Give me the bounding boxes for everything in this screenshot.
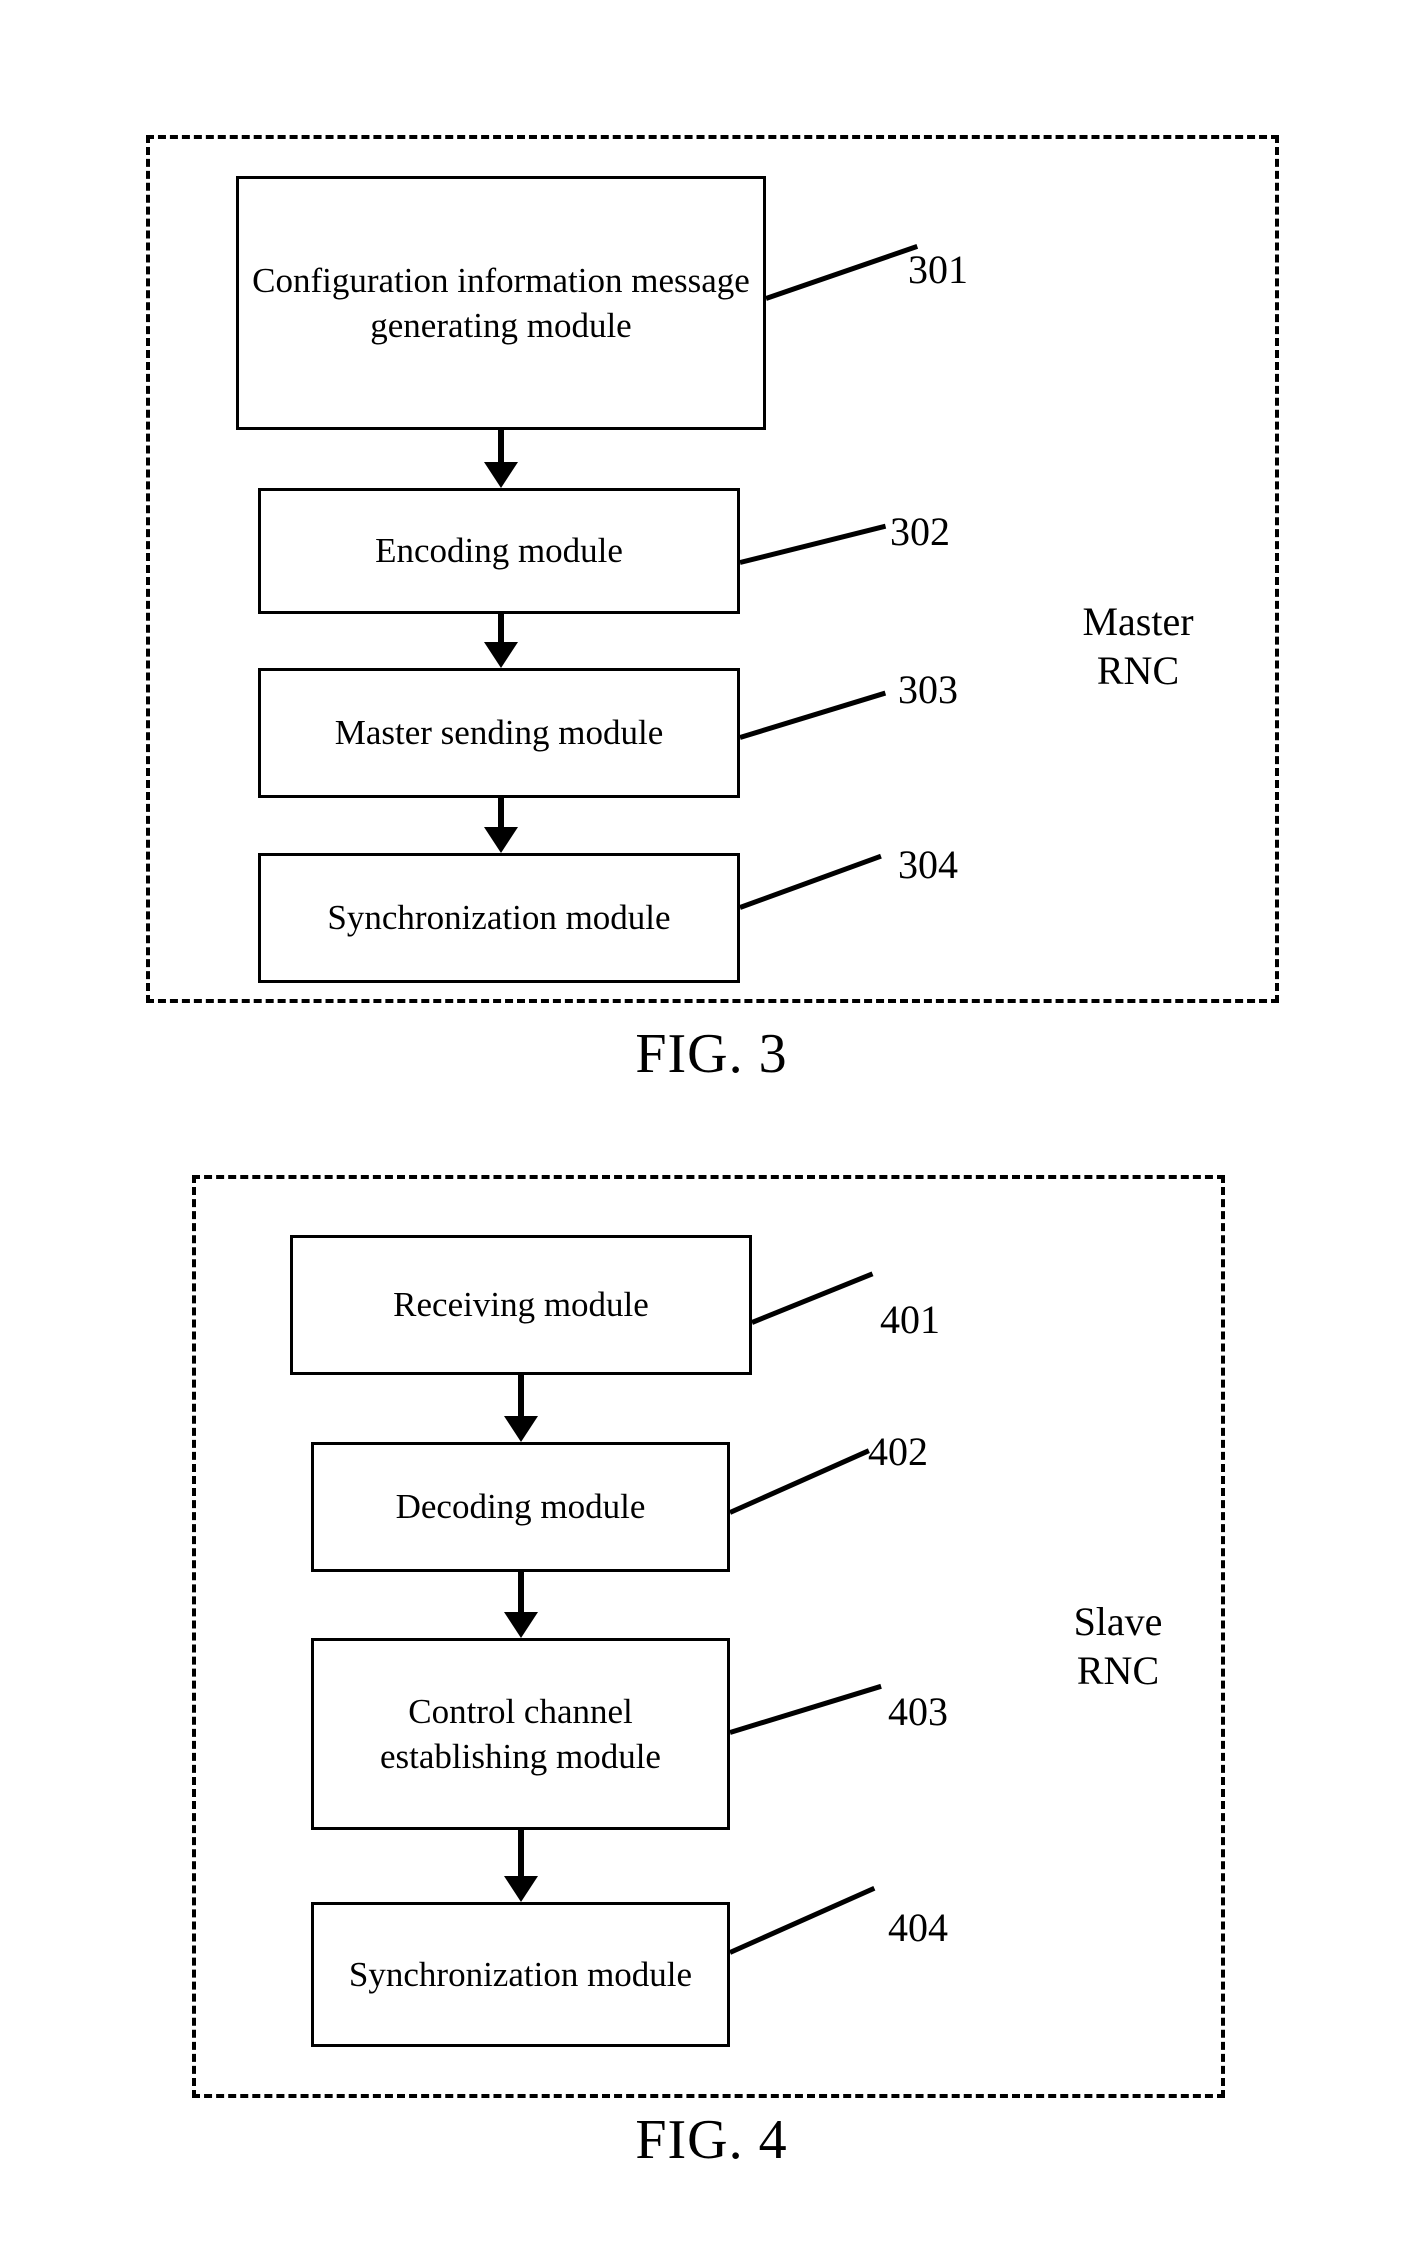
reference-numeral-402: 402 (868, 1429, 928, 1474)
module-box-402: Decoding module (311, 1442, 730, 1572)
flow-arrow-403-to-404 (504, 1830, 538, 1902)
module-box-401-label: Receiving module (393, 1285, 649, 1325)
figure-4-caption: FIG. 4 (635, 2109, 788, 2171)
reference-numeral-403: 403 (888, 1689, 948, 1734)
arrow-shaft (518, 1572, 524, 1612)
flow-arrow-401-to-402 (504, 1375, 538, 1442)
arrow-head-icon (504, 1612, 538, 1638)
arrow-shaft (518, 1375, 524, 1416)
module-box-402-label: Decoding module (395, 1487, 646, 1527)
reference-numeral-404: 404 (888, 1905, 948, 1950)
figure-4: Receiving module Decoding module Control… (0, 0, 1423, 2263)
arrow-head-icon (504, 1416, 538, 1442)
slave-rnc-label: Slave RNC (1073, 1599, 1163, 1693)
flow-arrow-402-to-403 (504, 1572, 538, 1638)
module-box-403: Control channel establishing module (311, 1638, 730, 1830)
module-box-404: Synchronization module (311, 1902, 730, 2047)
module-box-401: Receiving module (290, 1235, 752, 1375)
patent-drawing-page: Configuration information message genera… (0, 0, 1423, 2263)
module-box-404-label: Synchronization module (348, 1954, 693, 1994)
reference-numeral-401: 401 (880, 1297, 940, 1342)
module-box-403-label: Control channel establishing module (380, 1691, 661, 1777)
arrow-shaft (518, 1830, 524, 1876)
arrow-head-icon (504, 1876, 538, 1902)
